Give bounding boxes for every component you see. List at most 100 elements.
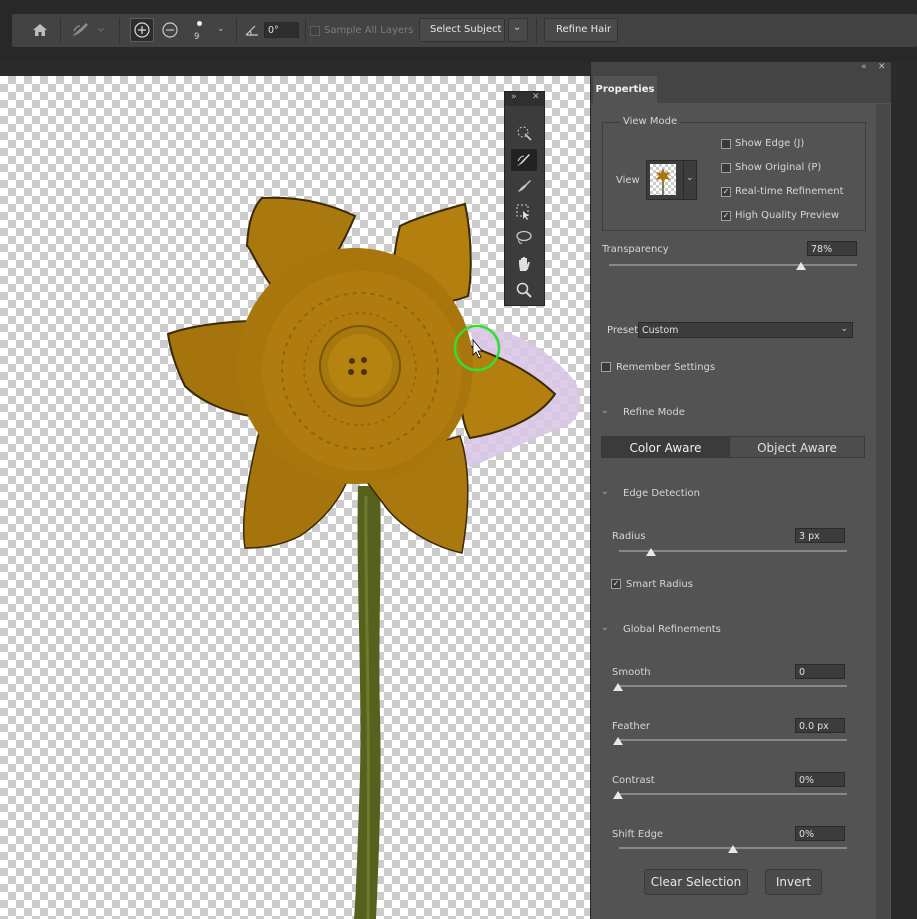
home-button[interactable] [26, 18, 54, 42]
chevron-down-icon[interactable]: ⌄ [601, 406, 609, 416]
sample-all-layers-checkbox[interactable] [310, 26, 320, 36]
subtract-from-selection-button[interactable] [158, 18, 182, 42]
smooth-input[interactable]: 0 [795, 664, 845, 679]
daffodil-thumbnail-icon [655, 168, 671, 195]
close-icon[interactable]: ✕ [532, 92, 540, 102]
refine-edge-brush-tool[interactable] [511, 149, 537, 171]
smooth-slider-thumb[interactable] [613, 683, 623, 691]
zoom-icon [516, 282, 532, 298]
object-aware-button[interactable]: Object Aware [729, 436, 865, 458]
view-thumbnail-preview [650, 164, 676, 195]
remember-settings-checkbox[interactable] [601, 362, 611, 372]
divider [305, 18, 306, 43]
radius-label: Radius [612, 531, 646, 542]
show-edge-checkbox[interactable] [721, 139, 731, 149]
contrast-label: Contrast [612, 775, 655, 786]
preset-value: Custom [642, 325, 679, 336]
invert-button[interactable]: Invert [765, 869, 822, 895]
hand-tool[interactable] [511, 253, 537, 275]
object-selection-tool[interactable] [511, 201, 537, 223]
collapse-icon[interactable]: « [861, 62, 867, 72]
chevron-down-icon: ⌄ [217, 24, 225, 34]
divider [119, 18, 120, 43]
smooth-slider-track[interactable] [619, 685, 847, 687]
show-edge-label: Show Edge (J) [735, 138, 805, 149]
plus-circle-icon [134, 22, 150, 38]
divider [536, 18, 537, 43]
tool-preset-picker[interactable] [68, 18, 112, 42]
refine-hair-label: Refine Hair [556, 24, 612, 35]
zoom-tool[interactable] [511, 279, 537, 301]
document-canvas[interactable] [0, 76, 590, 919]
select-subject-dropdown[interactable]: ⌄ [508, 18, 528, 42]
view-label: View [616, 175, 640, 186]
refine-hair-button[interactable]: Refine Hair [544, 18, 618, 42]
properties-scrollbar[interactable] [876, 104, 890, 919]
contrast-input[interactable]: 0% [795, 772, 845, 787]
close-icon[interactable]: ✕ [878, 62, 886, 72]
clear-selection-button[interactable]: Clear Selection [644, 869, 748, 895]
brush-size-value: 9 [194, 32, 200, 42]
view-mode-thumbnail[interactable] [646, 160, 684, 200]
chevron-down-icon: ⌄ [686, 173, 694, 183]
brush-tool[interactable] [511, 175, 537, 197]
daffodil-image [166, 196, 581, 919]
edge-detection-heading[interactable]: Edge Detection [623, 488, 700, 499]
properties-panel-header[interactable]: « ✕ [591, 62, 891, 76]
show-original-label: Show Original (P) [735, 162, 822, 173]
smart-radius-checkbox[interactable]: ✓ [611, 579, 621, 589]
preset-label: Preset [607, 325, 639, 336]
chevron-down-icon: ⌄ [840, 324, 848, 334]
transparency-slider-track[interactable] [609, 264, 857, 266]
refine-edge-brush-icon [72, 23, 105, 36]
chevron-down-icon[interactable]: ⌄ [601, 623, 609, 633]
feather-input[interactable]: 0.0 px [795, 718, 845, 733]
quick-selection-icon [517, 126, 532, 141]
realtime-refinement-label: Real-time Refinement [735, 186, 844, 197]
remember-settings-label: Remember Settings [616, 362, 716, 373]
contrast-slider-track[interactable] [619, 793, 847, 795]
feather-slider-thumb[interactable] [613, 737, 623, 745]
color-aware-button[interactable]: Color Aware [601, 436, 730, 458]
shift-edge-slider-thumb[interactable] [728, 845, 738, 853]
properties-tab-row: Properties [591, 76, 891, 103]
brush-size-picker[interactable]: 9 ⌄ [192, 18, 232, 42]
right-gutter [890, 62, 917, 919]
chevron-down-icon[interactable]: ⌄ [601, 487, 609, 497]
high-quality-preview-checkbox[interactable]: ✓ [721, 211, 731, 221]
contrast-slider-thumb[interactable] [613, 791, 623, 799]
global-refinements-heading[interactable]: Global Refinements [623, 624, 721, 635]
show-original-checkbox[interactable] [721, 163, 731, 173]
radius-input[interactable]: 3 px [795, 528, 845, 543]
divider [60, 18, 61, 43]
select-subject-button[interactable]: Select Subject [419, 18, 505, 42]
angle-input[interactable]: 0° [264, 22, 299, 38]
view-mode-dropdown[interactable]: ⌄ [683, 160, 697, 200]
object-selection-icon [516, 204, 529, 220]
preset-select[interactable]: Custom ⌄ [638, 322, 853, 338]
quick-selection-tool[interactable] [511, 122, 537, 144]
options-bar: 9 ⌄ 0° Sample All Layers Select Subject … [0, 0, 917, 62]
canvas-top-gap [0, 62, 590, 76]
angle-icon [244, 23, 260, 40]
radius-slider-thumb[interactable] [646, 548, 656, 556]
chevron-down-icon: ⌄ [513, 22, 522, 33]
tab-properties[interactable]: Properties [593, 76, 657, 103]
refine-mode-heading[interactable]: Refine Mode [623, 407, 685, 418]
sample-all-layers-label: Sample All Layers [324, 25, 414, 36]
lasso-icon [516, 230, 532, 244]
realtime-refinement-checkbox[interactable]: ✓ [721, 187, 731, 197]
collapse-icon[interactable]: » [511, 92, 517, 102]
feather-slider-track[interactable] [619, 739, 847, 741]
options-bar-strip: 9 ⌄ 0° Sample All Layers Select Subject … [12, 14, 917, 47]
lasso-tool[interactable] [511, 227, 537, 249]
transparency-slider-thumb[interactable] [796, 262, 806, 270]
feather-label: Feather [612, 721, 651, 732]
select-subject-label: Select Subject [430, 24, 502, 35]
tools-panel-header[interactable]: » ✕ [505, 92, 544, 106]
shift-edge-input[interactable]: 0% [795, 826, 845, 841]
transparency-input[interactable]: 78% [807, 241, 857, 256]
tools-panel: » ✕ [504, 91, 545, 306]
add-to-selection-button[interactable] [130, 18, 154, 42]
refine-edge-brush-icon [517, 154, 530, 166]
